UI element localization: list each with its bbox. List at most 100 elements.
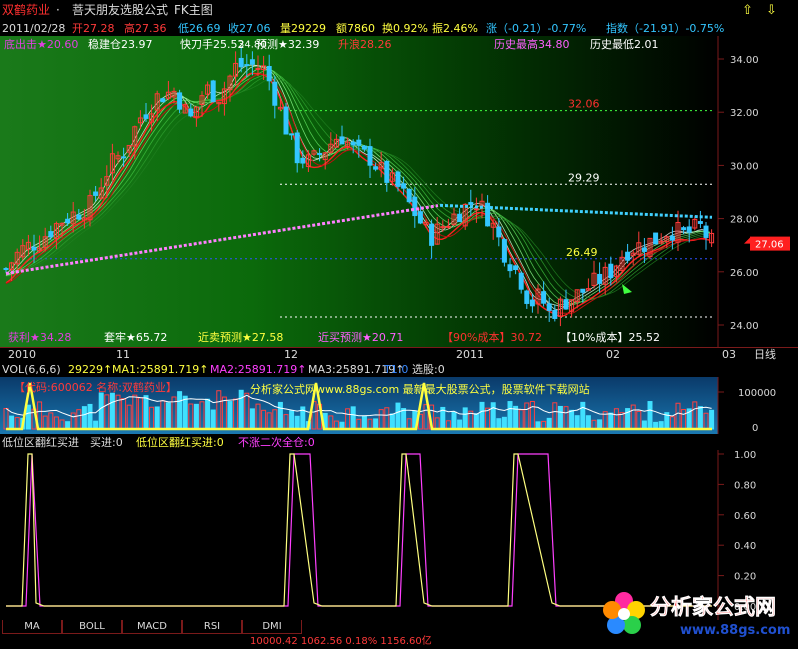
candle-body bbox=[356, 139, 362, 146]
page-down-icon[interactable]: ⇩ bbox=[766, 4, 777, 17]
quote-amount: 额7860 bbox=[336, 22, 375, 35]
candle-body bbox=[361, 145, 367, 150]
volume-bar bbox=[608, 412, 614, 430]
candle-body bbox=[597, 273, 603, 284]
candle-body bbox=[697, 221, 703, 224]
stock-name[interactable]: 双鹤药业 bbox=[2, 4, 50, 17]
price-axis-label: 30.00 bbox=[730, 161, 759, 172]
price-axis-label: 34.00 bbox=[730, 55, 759, 66]
candle-body bbox=[210, 80, 216, 103]
indicator-cost90: 【90%成本】30.72 bbox=[442, 330, 542, 344]
volume-bar bbox=[395, 402, 401, 430]
volume-bar bbox=[109, 392, 115, 430]
vol-value: 29229↑ bbox=[68, 363, 113, 376]
candle-body bbox=[300, 157, 306, 164]
candle-body bbox=[429, 223, 435, 246]
candle-body bbox=[143, 114, 149, 119]
candle-body bbox=[283, 106, 289, 135]
candle-body bbox=[653, 232, 659, 245]
signal-axis-label: 0.80 bbox=[734, 480, 756, 491]
formula-title[interactable]: 菩天朋友选股公式 bbox=[72, 4, 168, 17]
signal-title[interactable]: 低位区翻红买进 bbox=[2, 436, 79, 449]
status-text: 10000.42 1062.56 0.18% 1156.60亿 bbox=[250, 636, 432, 647]
quote-index: 指数（-21.91）-0.75% bbox=[606, 22, 725, 35]
quote-volume: 量29229 bbox=[280, 22, 326, 35]
volume-bar bbox=[177, 391, 183, 430]
volume-bar bbox=[193, 403, 199, 430]
volume-bar bbox=[597, 419, 603, 430]
volume-bar bbox=[210, 409, 216, 430]
date-label-02: 02 bbox=[606, 348, 620, 361]
candle-body bbox=[317, 152, 323, 156]
signal-header: 低位区翻红买进 买进:0 低位区翻红买进:0 不涨二次全仓:0 bbox=[0, 434, 798, 450]
volume-chart[interactable]: 【代码:600062 名称:双鹤药业】 分析家公式网www.88gs.com 最… bbox=[0, 377, 798, 434]
candle-body bbox=[703, 225, 709, 238]
price-axis-label: 28.00 bbox=[730, 215, 759, 226]
tab-dmi[interactable]: DMI bbox=[242, 620, 302, 634]
vol-t1: T1:0 bbox=[384, 363, 409, 376]
signal-axis-label: 0.60 bbox=[734, 511, 756, 522]
candle-body bbox=[513, 265, 519, 270]
date-label-2011: 2011 bbox=[456, 348, 484, 361]
vol-params[interactable]: VOL(6,6,6) bbox=[2, 363, 61, 376]
tab-macd[interactable]: MACD bbox=[122, 620, 182, 634]
candle-body bbox=[373, 166, 379, 170]
quote-change: 涨（-0.21）-0.77% bbox=[486, 22, 587, 35]
candle-body bbox=[244, 64, 250, 67]
date-label-12: 12 bbox=[284, 348, 298, 361]
tab-boll[interactable]: BOLL bbox=[62, 620, 122, 634]
volume-bar bbox=[289, 410, 295, 430]
signal-axis-label: 0.20 bbox=[734, 572, 756, 583]
signal-axis-label: 1.00 bbox=[734, 450, 756, 461]
candle-body bbox=[641, 247, 647, 252]
tab-rsi[interactable]: RSI bbox=[182, 620, 242, 634]
page-up-icon[interactable]: ⇧ bbox=[742, 4, 753, 17]
volume-bar bbox=[277, 401, 283, 430]
indicator-hist-high: 历史最高34.80 bbox=[494, 37, 570, 51]
date-axis: 2010 11 12 2011 02 03 日线 bbox=[0, 347, 798, 362]
candle-body bbox=[541, 291, 547, 304]
indicator-profit: 获利★34.28 bbox=[8, 331, 71, 344]
indicator-hist-low: 历史最低2.01 bbox=[590, 38, 659, 51]
indicator-forecast: 预测★32.39 bbox=[256, 38, 319, 51]
indicator-quick-knife: 快刀手25.52 bbox=[180, 37, 245, 51]
candle-body bbox=[686, 226, 692, 233]
signal-not-rise: 不涨二次全仓:0 bbox=[238, 436, 315, 449]
volume-header: VOL(6,6,6) 29229↑ MA1:25891.719↑ MA2:258… bbox=[0, 361, 798, 377]
candle-body bbox=[524, 290, 530, 304]
price-axis-label: 26.00 bbox=[730, 268, 759, 279]
main-candlestick-chart[interactable]: 34.00 32.00 30.00 28.00 26.00 24.00 32.06 29.2… bbox=[0, 36, 798, 347]
volume-bar bbox=[569, 409, 575, 430]
vol-code-label: 【代码:600062 名称:双鹤药业】 bbox=[14, 380, 177, 394]
chart-mode[interactable]: FK主图 bbox=[174, 4, 213, 17]
period-selector[interactable]: 日线 bbox=[754, 348, 776, 361]
candle-body bbox=[31, 246, 37, 251]
volume-bar bbox=[647, 401, 653, 430]
volume-bar bbox=[580, 401, 586, 430]
volume-bar bbox=[98, 392, 104, 430]
volume-bar bbox=[507, 401, 513, 430]
volume-bar bbox=[479, 401, 485, 430]
logo-url: www.88gs.com bbox=[680, 623, 790, 638]
price-axis-bg bbox=[718, 36, 798, 347]
volume-bar bbox=[154, 406, 160, 430]
volume-bar bbox=[205, 398, 211, 430]
candle-body bbox=[507, 264, 513, 272]
tab-ma[interactable]: MA bbox=[2, 620, 62, 634]
quote-turnover: 换0.92% bbox=[382, 22, 428, 35]
volume-bar bbox=[501, 416, 507, 430]
date-label-11: 11 bbox=[116, 348, 130, 361]
volume-bar bbox=[557, 405, 563, 430]
indicator-near-sell: 近卖预测★27.58 bbox=[198, 331, 283, 344]
quote-amplitude: 振2.46% bbox=[432, 22, 478, 35]
indicator-cost10: 【10%成本】25.52 bbox=[560, 330, 660, 344]
signal-low-red: 低位区翻红买进:0 bbox=[136, 436, 224, 449]
quote-open: 开27.28 bbox=[72, 22, 115, 35]
candle-body bbox=[266, 65, 272, 82]
volume-bar bbox=[585, 415, 591, 430]
candle-body bbox=[177, 92, 183, 110]
candle-body bbox=[457, 213, 463, 223]
volume-bar bbox=[546, 417, 552, 430]
quote-high: 高27.36 bbox=[124, 22, 167, 35]
candle-body bbox=[121, 156, 127, 159]
